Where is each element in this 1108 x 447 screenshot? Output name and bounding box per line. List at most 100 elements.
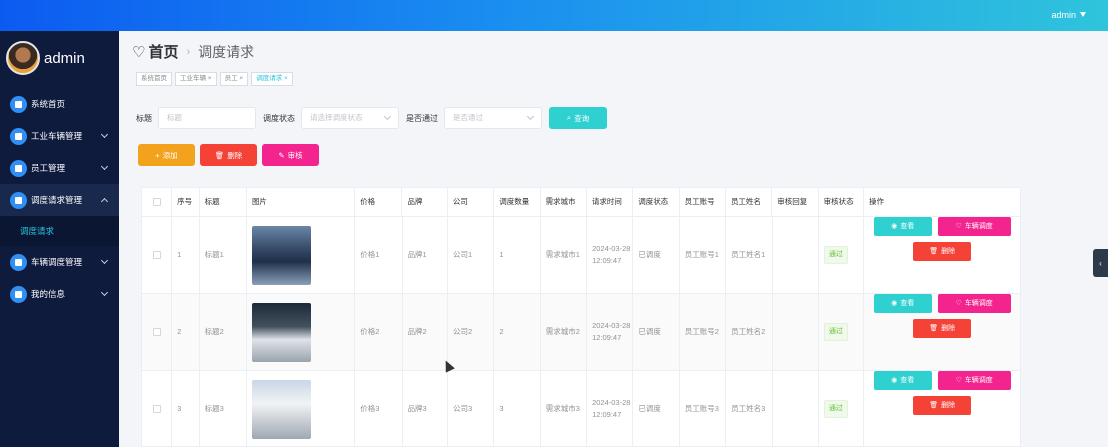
view-button-label: 查看 — [900, 222, 915, 230]
grid-icon — [10, 253, 27, 271]
view-button[interactable]: ◉ 查看 — [873, 217, 932, 236]
dispatch-button[interactable]: ♡ 车辆调度 — [937, 294, 1011, 313]
row-checkbox[interactable] — [152, 251, 161, 259]
breadcrumb-separator: › — [186, 45, 191, 58]
cell-no: 1 — [172, 217, 200, 293]
view-button-label: 查看 — [900, 299, 915, 307]
tags-view: 系统首页 工业车辆 × 员工 × 调度请求 × — [136, 72, 293, 86]
cell-image — [247, 217, 356, 293]
checkbox-cell — [142, 294, 173, 370]
cell-emp-no: 员工账号3 — [680, 371, 727, 446]
cell-reply — [773, 294, 819, 370]
cell-title: 标题2 — [200, 294, 247, 370]
action-bar: + 添加 🗑 删除 ✎ 审核 — [138, 144, 319, 166]
eye-icon: ◉ — [891, 222, 898, 230]
sidebar-item-label: 车辆调度管理 — [31, 257, 83, 267]
header-cell: 价格 — [355, 188, 403, 216]
table-row: 2 标题2 价格2 品牌2 公司2 2 需求城市2 2024-03-28 12:… — [142, 294, 1020, 371]
cell-title: 标题3 — [200, 371, 247, 446]
table-header: 序号 标题 图片 价格 品牌 公司 调度数量 需求城市 请求时间 调度状态 员工… — [142, 188, 1020, 217]
car-image — [251, 379, 311, 439]
sidebar-item-my-info[interactable]: 我的信息 — [0, 278, 119, 310]
sidebar-item-label: 我的信息 — [31, 289, 66, 299]
tag-dispatch-request[interactable]: 调度请求 × — [251, 72, 293, 86]
brand-name: admin — [44, 49, 85, 67]
trash-icon: 🗑 — [929, 324, 939, 332]
dispatch-button[interactable]: ♡ 车辆调度 — [937, 371, 1011, 390]
header-checkbox-cell — [142, 188, 173, 216]
trash-icon: 🗑 — [929, 401, 939, 409]
search-button-label: 查询 — [574, 113, 590, 123]
breadcrumb-home[interactable]: 首页 — [148, 41, 178, 62]
search-icon: ⌕ — [566, 113, 572, 122]
sidebar-item-vehicle-dispatch[interactable]: 车辆调度管理 — [0, 246, 119, 278]
user-menu[interactable]: admin — [1051, 10, 1086, 20]
cell-emp-name: 员工姓名2 — [726, 294, 773, 370]
cell-qty: 3 — [494, 371, 541, 446]
view-button[interactable]: ◉ 查看 — [873, 371, 932, 390]
plus-icon: + — [155, 150, 160, 160]
cell-audit: 通过 — [819, 371, 865, 446]
dispatch-button-label: 车辆调度 — [964, 299, 993, 307]
chevron-up-icon — [100, 197, 109, 206]
sidebar-item-home[interactable]: 系统首页 — [0, 88, 119, 120]
cell-ops: ◉ 查看 ♡ 车辆调度 🗑 删除 — [864, 371, 1020, 446]
edit-icon: ✎ — [278, 150, 285, 160]
title-label: 标题 — [136, 113, 152, 123]
caret-down-icon — [1080, 12, 1086, 17]
status-select[interactable]: 请选择调度状态 — [301, 107, 399, 129]
add-button[interactable]: + 添加 — [138, 144, 195, 166]
table-row: 1 标题1 价格1 品牌1 公司1 1 需求城市1 2024-03-28 12:… — [142, 217, 1020, 294]
row-checkbox[interactable] — [152, 328, 161, 336]
header-cell: 公司 — [448, 188, 495, 216]
dispatch-button-label: 车辆调度 — [964, 222, 993, 230]
delete-button-label: 删除 — [941, 401, 956, 409]
audit-button[interactable]: ✎ 审核 — [262, 144, 319, 166]
sidebar-item-label: 工业车辆管理 — [31, 131, 83, 141]
cell-no: 2 — [172, 294, 200, 370]
eye-icon: ◉ — [891, 299, 898, 307]
tag-vehicles[interactable]: 工业车辆 × — [175, 72, 217, 86]
heart-icon: ♡ — [132, 43, 146, 61]
select-all-checkbox[interactable] — [152, 198, 161, 206]
sidebar-menu: 系统首页 工业车辆管理 员工管理 调度请求管理 调度请求 车辆调度管理 我的信息 — [0, 88, 119, 310]
delete-button-label: 删除 — [227, 150, 243, 160]
header-cell: 审核状态 — [819, 188, 865, 216]
search-button[interactable]: ⌕ 查询 — [549, 107, 607, 129]
settings-drawer-toggle[interactable]: ‹ — [1093, 249, 1108, 277]
cell-city: 需求城市2 — [541, 294, 588, 370]
header-cell: 标题 — [200, 188, 247, 216]
header-cell: 调度状态 — [633, 188, 680, 216]
main-content: ♡ 首页 › 调度请求 系统首页 工业车辆 × 员工 × 调度请求 × 标题 标… — [119, 31, 1108, 447]
view-button[interactable]: ◉ 查看 — [873, 294, 932, 313]
pass-select[interactable]: 是否通过 — [444, 107, 542, 129]
cell-image — [247, 294, 356, 370]
status-badge: 通过 — [823, 323, 848, 341]
cell-audit: 通过 — [819, 294, 865, 370]
sidebar-item-vehicles[interactable]: 工业车辆管理 — [0, 120, 119, 152]
header-cell: 请求时间 — [587, 188, 634, 216]
delete-button[interactable]: 🗑 删除 — [913, 242, 972, 261]
cell-brand: 品牌1 — [403, 217, 448, 293]
sidebar-item-label: 调度请求管理 — [31, 195, 83, 205]
cell-status: 已调度 — [633, 371, 680, 446]
eye-icon: ◉ — [891, 376, 898, 384]
home-icon — [10, 95, 27, 113]
title-input[interactable]: 标题 — [158, 107, 256, 129]
dispatch-button[interactable]: ♡ 车辆调度 — [937, 217, 1011, 236]
chat-icon — [10, 127, 27, 145]
row-checkbox[interactable] — [152, 405, 161, 413]
tag-system-home[interactable]: 系统首页 — [136, 72, 172, 86]
car-image — [251, 302, 311, 362]
delete-button[interactable]: 🗑 删除 — [913, 396, 972, 415]
sidebar-item-employees[interactable]: 员工管理 — [0, 152, 119, 184]
batch-delete-button[interactable]: 🗑 删除 — [200, 144, 257, 166]
sidebar-subitem-dispatch-request[interactable]: 调度请求 — [0, 216, 119, 246]
data-table: 序号 标题 图片 价格 品牌 公司 调度数量 需求城市 请求时间 调度状态 员工… — [141, 187, 1021, 447]
header-cell: 调度数量 — [494, 188, 541, 216]
trash-icon: 🗑 — [214, 150, 225, 160]
sidebar: admin 系统首页 工业车辆管理 员工管理 调度请求管理 调度请求 车辆调度管… — [0, 31, 119, 447]
sidebar-item-dispatch-requests[interactable]: 调度请求管理 — [0, 184, 119, 216]
tag-employees[interactable]: 员工 × — [219, 72, 249, 86]
delete-button[interactable]: 🗑 删除 — [913, 319, 972, 338]
